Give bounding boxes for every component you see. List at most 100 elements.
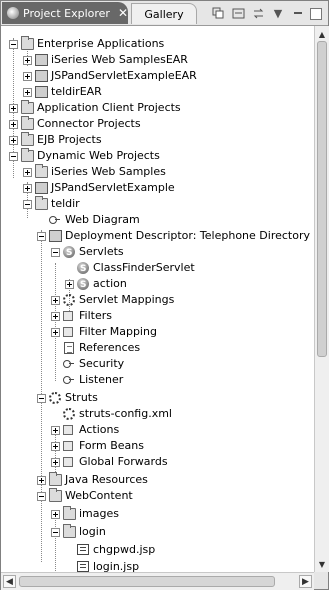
tree-item-label: Java Resources bbox=[65, 473, 148, 486]
expand-toggle[interactable] bbox=[37, 476, 46, 485]
deployment-descriptor-icon bbox=[49, 230, 62, 242]
view-tab-bar: Project Explorer ✕ Gallery ▼ bbox=[1, 1, 328, 26]
form-beans-icon bbox=[63, 441, 73, 451]
sync-icon[interactable] bbox=[251, 6, 265, 20]
folder-icon bbox=[21, 100, 34, 114]
ear-project-icon bbox=[35, 86, 48, 98]
expand-toggle[interactable] bbox=[23, 168, 32, 177]
ear-project-icon bbox=[35, 54, 48, 66]
vertical-scrollbar[interactable]: ▲ ▼ bbox=[314, 26, 329, 572]
tab-gallery-label: Gallery bbox=[144, 7, 184, 21]
tree-item-label: action bbox=[93, 277, 127, 290]
project-tree: Enterprise Applications iSeries Web Samp… bbox=[1, 26, 314, 572]
expand-toggle[interactable] bbox=[23, 184, 32, 193]
collapse-toggle[interactable] bbox=[9, 40, 18, 49]
tree-item-label: Connector Projects bbox=[37, 117, 141, 130]
link-with-editor-icon[interactable] bbox=[231, 6, 245, 20]
collapse-all-icon[interactable] bbox=[211, 6, 225, 20]
jsp-file-icon bbox=[77, 561, 89, 572]
close-icon[interactable]: ✕ bbox=[118, 6, 128, 20]
tree-item-label: Application Client Projects bbox=[37, 101, 181, 114]
servlet-icon bbox=[77, 261, 89, 277]
folder-icon bbox=[63, 506, 76, 520]
maximize-icon[interactable] bbox=[310, 8, 322, 20]
security-icon bbox=[63, 358, 74, 369]
scroll-down-icon[interactable]: ▼ bbox=[316, 558, 328, 570]
expand-toggle[interactable] bbox=[51, 458, 60, 467]
project-explorer-view: Project Explorer ✕ Gallery ▼ Enterprise … bbox=[0, 0, 329, 590]
tree-item-label: JSPandServletExampleEAR bbox=[51, 69, 197, 82]
expand-toggle[interactable] bbox=[9, 136, 18, 145]
expand-toggle[interactable] bbox=[23, 88, 32, 97]
tab-project-explorer[interactable]: Project Explorer ✕ bbox=[2, 2, 128, 24]
expand-toggle[interactable] bbox=[51, 426, 60, 435]
web-project-icon bbox=[35, 182, 48, 194]
filter-mapping-icon bbox=[63, 327, 73, 337]
expand-toggle[interactable] bbox=[9, 120, 18, 129]
view-menu-icon[interactable]: ▼ bbox=[271, 6, 285, 20]
tab-project-explorer-label: Project Explorer bbox=[23, 6, 110, 20]
struts-config-icon bbox=[63, 408, 75, 420]
servlet-icon bbox=[77, 277, 89, 293]
tree-item-label: iSeries Web Samples bbox=[51, 165, 166, 178]
tree-item-label: Form Beans bbox=[79, 439, 144, 452]
tree-item-label: Global Forwards bbox=[79, 455, 168, 468]
expand-toggle[interactable] bbox=[51, 510, 60, 519]
tree-item-label: teldirEAR bbox=[51, 85, 102, 98]
expand-toggle[interactable] bbox=[51, 328, 60, 337]
tree-item-label: Dynamic Web Projects bbox=[37, 149, 160, 162]
expand-toggle[interactable] bbox=[51, 312, 60, 321]
scroll-up-icon[interactable]: ▲ bbox=[316, 28, 328, 40]
expand-toggle[interactable] bbox=[23, 56, 32, 65]
collapse-toggle[interactable] bbox=[37, 394, 46, 403]
tree-item-label: chgpwd.jsp bbox=[93, 543, 156, 556]
filter-icon bbox=[63, 311, 73, 321]
tree-item-label: EJB Projects bbox=[37, 133, 102, 146]
tree-item-label: iSeries Web SamplesEAR bbox=[51, 53, 188, 66]
minimize-icon[interactable] bbox=[291, 6, 305, 20]
collapse-toggle[interactable] bbox=[9, 152, 18, 161]
collapse-toggle[interactable] bbox=[51, 248, 60, 257]
folder-icon bbox=[21, 132, 34, 146]
web-project-icon bbox=[35, 196, 48, 210]
tree-item-label: JSPandServletExample bbox=[51, 181, 175, 194]
listener-icon bbox=[63, 374, 74, 385]
tab-gallery[interactable]: Gallery bbox=[131, 3, 197, 24]
web-diagram-icon bbox=[49, 214, 60, 225]
tree-item-label: Filter Mapping bbox=[79, 325, 157, 338]
tree-item-label: Servlet Mappings bbox=[79, 293, 175, 306]
vertical-scroll-thumb[interactable] bbox=[317, 41, 327, 357]
tree-item-label: images bbox=[79, 507, 119, 520]
scroll-left-icon[interactable]: ◀ bbox=[3, 575, 16, 588]
tree-item-label: WebContent bbox=[65, 489, 133, 502]
tree-item-label: struts-config.xml bbox=[79, 407, 172, 420]
folder-icon bbox=[21, 36, 34, 50]
java-resources-icon bbox=[49, 472, 62, 486]
horizontal-scroll-thumb[interactable] bbox=[19, 576, 275, 587]
scroll-right-icon[interactable]: ▶ bbox=[299, 575, 312, 588]
expand-toggle[interactable] bbox=[51, 296, 60, 305]
tree-item-label: References bbox=[79, 341, 141, 354]
actions-icon bbox=[63, 425, 73, 435]
collapse-toggle[interactable] bbox=[23, 200, 32, 209]
expand-toggle[interactable] bbox=[51, 442, 60, 451]
collapse-toggle[interactable] bbox=[37, 232, 46, 241]
tree-item-label: Actions bbox=[79, 423, 120, 436]
web-project-icon bbox=[35, 164, 48, 178]
tree-item-label: login.jsp bbox=[93, 560, 140, 572]
expand-toggle[interactable] bbox=[9, 104, 18, 113]
scrollbar-corner bbox=[314, 572, 328, 589]
tree-guide-line bbox=[55, 263, 56, 381]
collapse-toggle[interactable] bbox=[51, 528, 60, 537]
project-explorer-icon bbox=[7, 7, 19, 19]
tree-item-label: Listener bbox=[79, 373, 124, 386]
jsp-file-icon bbox=[77, 544, 89, 555]
expand-toggle[interactable] bbox=[23, 72, 32, 81]
folder-icon bbox=[21, 148, 34, 162]
expand-toggle[interactable] bbox=[65, 280, 74, 289]
horizontal-scrollbar[interactable]: ◀ ▶ bbox=[1, 572, 314, 590]
collapse-toggle[interactable] bbox=[37, 492, 46, 501]
tree-item-label: teldir bbox=[51, 197, 80, 210]
ear-project-icon bbox=[35, 70, 48, 82]
tree-item-label: ClassFinderServlet bbox=[93, 261, 195, 274]
